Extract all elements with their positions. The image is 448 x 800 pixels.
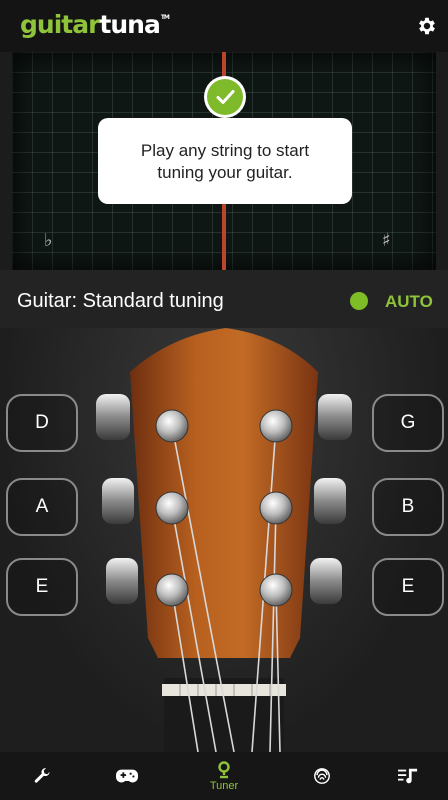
auto-indicator-icon[interactable]: [350, 292, 368, 310]
nav-tuner-label: Tuner: [209, 779, 239, 792]
app-logo: guitar tuna TM: [20, 10, 170, 39]
nav-games[interactable]: [97, 752, 157, 800]
string-button-d[interactable]: D: [6, 394, 78, 452]
start-tooltip: Play any string to start tuning your gui…: [98, 118, 352, 204]
tuner-knobs-left: [96, 394, 138, 604]
gear-icon[interactable]: [416, 15, 438, 37]
tuner-icon: [218, 760, 230, 778]
string-button-high-e[interactable]: E: [372, 558, 444, 616]
bottom-nav: Tuner: [0, 752, 448, 800]
tuning-title[interactable]: Guitar: Standard tuning: [17, 290, 224, 313]
tuning-selector[interactable]: Guitar: Standard tuning: [0, 270, 448, 328]
checkmark-badge: [204, 76, 246, 118]
flat-symbol: ♭: [44, 230, 53, 251]
app-header: guitar tuna TM: [0, 0, 448, 52]
nav-tuner[interactable]: Tuner: [194, 752, 254, 800]
checkmark-icon: [216, 90, 235, 104]
fingerprint-icon: [314, 768, 330, 784]
string-button-a[interactable]: A: [6, 478, 78, 536]
logo-trademark: TM: [160, 14, 170, 21]
nav-chords[interactable]: [292, 752, 352, 800]
music-list-icon: [398, 768, 418, 784]
nav-tools[interactable]: [12, 752, 72, 800]
tooltip-text: Play any string to start tuning your gui…: [140, 141, 310, 182]
auto-mode-toggle[interactable]: AUTO: [385, 292, 433, 312]
gamepad-icon: [116, 769, 138, 783]
tuner-knobs-right: [310, 394, 352, 604]
logo-text-guitar: guitar: [20, 10, 100, 39]
string-button-b[interactable]: B: [372, 478, 444, 536]
guitar-headstock: [96, 328, 352, 752]
string-button-low-e[interactable]: E: [6, 558, 78, 616]
nav-songs[interactable]: [378, 752, 438, 800]
string-button-g[interactable]: G: [372, 394, 444, 452]
sharp-symbol: ♯: [382, 230, 391, 251]
logo-text-tuna: tuna: [99, 10, 160, 39]
wrench-icon: [34, 768, 50, 783]
